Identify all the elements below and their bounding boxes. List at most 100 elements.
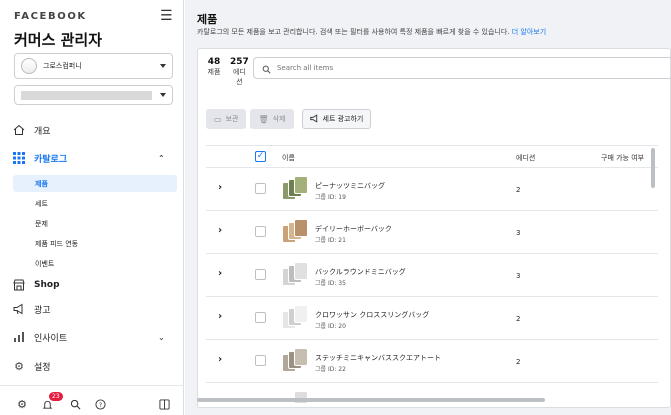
archive-button-label: 보관	[225, 115, 239, 123]
variant-count-cell: 3	[516, 229, 521, 237]
description-text: 카탈로그의 모든 제품을 보고 관리합니다. 검색 또는 필터를 사용하여 특정…	[197, 28, 510, 36]
table-row[interactable]: › ピーナッツミニバッグ 그룹 ID: 19 2	[206, 168, 658, 211]
variant-count: 257 에디션	[230, 57, 249, 87]
product-name[interactable]: クロワッサン クロススリングバッグ	[315, 310, 429, 320]
facebook-brand: FACEBOOK	[14, 11, 87, 22]
product-group-id: 그룹 ID: 21	[315, 237, 346, 244]
column-name[interactable]: 이름	[282, 153, 295, 163]
help-icon[interactable]: ?	[93, 397, 107, 411]
toolbar: ▭ 보관 🗑 삭제 세트 광고하기	[206, 109, 372, 129]
nav-shop-label: Shop	[34, 280, 60, 290]
variant-count-label: 에디션	[232, 68, 246, 86]
account-selector[interactable]: 그로스컴퍼니	[14, 53, 173, 79]
advertise-set-button[interactable]: 세트 광고하기	[301, 109, 372, 129]
search-icon	[262, 59, 271, 78]
nav-insights[interactable]: 인사이트 ⌄	[12, 328, 165, 346]
nav-catalog[interactable]: 카탈로그 ⌃	[12, 149, 165, 167]
nav-shop[interactable]: Shop	[12, 276, 60, 294]
search-icon[interactable]	[68, 397, 82, 411]
vertical-scrollbar[interactable]	[651, 148, 655, 188]
product-name[interactable]: バックルラウンドミニバッグ	[315, 267, 406, 277]
notification-badge: 23	[49, 392, 63, 401]
table-row[interactable]: › クロワッサン クロススリングバッグ 그룹 ID: 20 2	[206, 297, 658, 340]
sidebar-item-feeds[interactable]: 제품 피드 연동	[13, 235, 177, 252]
archive-button[interactable]: ▭ 보관	[206, 109, 247, 129]
column-availability[interactable]: 구매 가능 여부	[601, 153, 644, 163]
page-title: 제품	[197, 13, 218, 26]
table-row[interactable]: › ステッチミニキャンバススクエアトート 그룹 ID: 22 2	[206, 340, 658, 383]
products-panel: 48 제품 257 에디션 ▭ 보관 🗑 삭제	[197, 48, 671, 408]
product-count-value: 48	[207, 57, 221, 67]
sidebar-item-issues[interactable]: 문제	[13, 215, 177, 232]
select-all-checkbox[interactable]: ✓	[255, 151, 266, 162]
table-row[interactable]: › バックルラウンドミニバッグ 그룹 ID: 35 3	[206, 254, 658, 297]
menu-icon[interactable]: ☰	[160, 9, 173, 23]
nav-insights-label: 인사이트	[34, 333, 68, 344]
variant-count-cell: 2	[516, 315, 521, 323]
product-name[interactable]: デイリーホーボーバック	[315, 224, 392, 234]
chevron-down-icon	[160, 64, 166, 68]
nav-catalog-label: 카탈로그	[34, 154, 68, 165]
chevron-right-icon[interactable]: ›	[218, 225, 222, 236]
variant-count-cell: 2	[516, 186, 521, 194]
product-thumbnails	[282, 176, 310, 202]
search-box[interactable]	[253, 57, 671, 79]
horizontal-scrollbar[interactable]	[197, 398, 545, 402]
home-icon	[12, 123, 26, 137]
product-name[interactable]: ステッチミニキャンバススクエアトート	[315, 353, 441, 363]
sidebar-item-events[interactable]: 이벤트	[13, 255, 177, 272]
svg-text:?: ?	[98, 400, 101, 408]
panel-toggle-icon[interactable]	[157, 397, 171, 411]
megaphone-icon	[309, 113, 319, 125]
variant-count-cell: 3	[516, 272, 521, 280]
row-checkbox[interactable]	[255, 312, 266, 323]
product-name[interactable]: ピーナッツミニバッグ	[315, 181, 385, 191]
sidebar-bottom-bar: ⚙ 23 ?	[0, 385, 184, 415]
chevron-down-icon: ⌄	[158, 332, 165, 342]
product-group-id: 그룹 ID: 20	[315, 323, 346, 330]
product-group-id: 그룹 ID: 22	[315, 366, 346, 373]
variant-count-cell: 2	[516, 358, 521, 366]
page-description: 카탈로그의 모든 제품을 보고 관리합니다. 검색 또는 필터를 사용하여 특정…	[197, 27, 546, 37]
table-header: ✓ 이름 에디션 구매 가능 여부	[206, 146, 658, 168]
gear-icon[interactable]: ⚙	[15, 397, 29, 411]
delete-button-label: 삭제	[272, 115, 286, 123]
product-thumbnails	[282, 348, 310, 374]
nav-ads-label: 광고	[34, 305, 51, 316]
product-thumbnails	[282, 219, 310, 245]
chevron-right-icon[interactable]: ›	[218, 268, 222, 279]
chevron-up-icon: ⌃	[158, 153, 165, 163]
column-variants[interactable]: 에디션	[516, 153, 535, 163]
main-content: 제품 카탈로그의 모든 제품을 보고 관리합니다. 검색 또는 필터를 사용하여…	[185, 0, 671, 415]
delete-button[interactable]: 🗑 삭제	[250, 109, 294, 129]
nav-overview[interactable]: 개요	[12, 121, 51, 139]
product-thumbnails	[282, 262, 310, 288]
megaphone-icon	[12, 302, 26, 316]
sidebar-item-sets[interactable]: 세트	[13, 195, 177, 212]
grid-icon	[12, 151, 26, 165]
catalog-selector[interactable]	[14, 85, 173, 105]
row-checkbox[interactable]	[255, 183, 266, 194]
product-group-id: 그룹 ID: 19	[315, 194, 346, 201]
row-checkbox[interactable]	[255, 355, 266, 366]
row-checkbox[interactable]	[255, 226, 266, 237]
nav-ads[interactable]: 광고	[12, 300, 51, 318]
search-input[interactable]	[277, 64, 657, 72]
chevron-down-icon	[160, 93, 166, 97]
item-counts: 48 제품 257 에디션	[206, 57, 249, 87]
row-checkbox[interactable]	[255, 269, 266, 280]
shop-icon	[12, 278, 26, 292]
app-title: 커머스 관리자	[14, 31, 103, 49]
table-row[interactable]: › デイリーホーボーバック 그룹 ID: 21 3	[206, 211, 658, 254]
chevron-right-icon[interactable]: ›	[218, 311, 222, 322]
products-table: ✓ 이름 에디션 구매 가능 여부 › ピーナッツミニバッグ 그룹 ID: 19…	[206, 145, 658, 403]
sidebar-item-products[interactable]: 제품	[13, 175, 177, 192]
learn-more-link[interactable]: 더 알아보기	[512, 28, 546, 36]
nav-settings[interactable]: ⚙ 설정	[12, 357, 51, 375]
chevron-right-icon[interactable]: ›	[218, 182, 222, 193]
nav-overview-label: 개요	[34, 126, 51, 137]
account-name: 그로스컴퍼니	[43, 62, 82, 70]
nav-settings-label: 설정	[34, 362, 51, 373]
chevron-right-icon[interactable]: ›	[218, 354, 222, 365]
sidebar: FACEBOOK ☰ 커머스 관리자 그로스컴퍼니 개요 카탈로그 ⌃ 제품 세…	[0, 0, 184, 415]
